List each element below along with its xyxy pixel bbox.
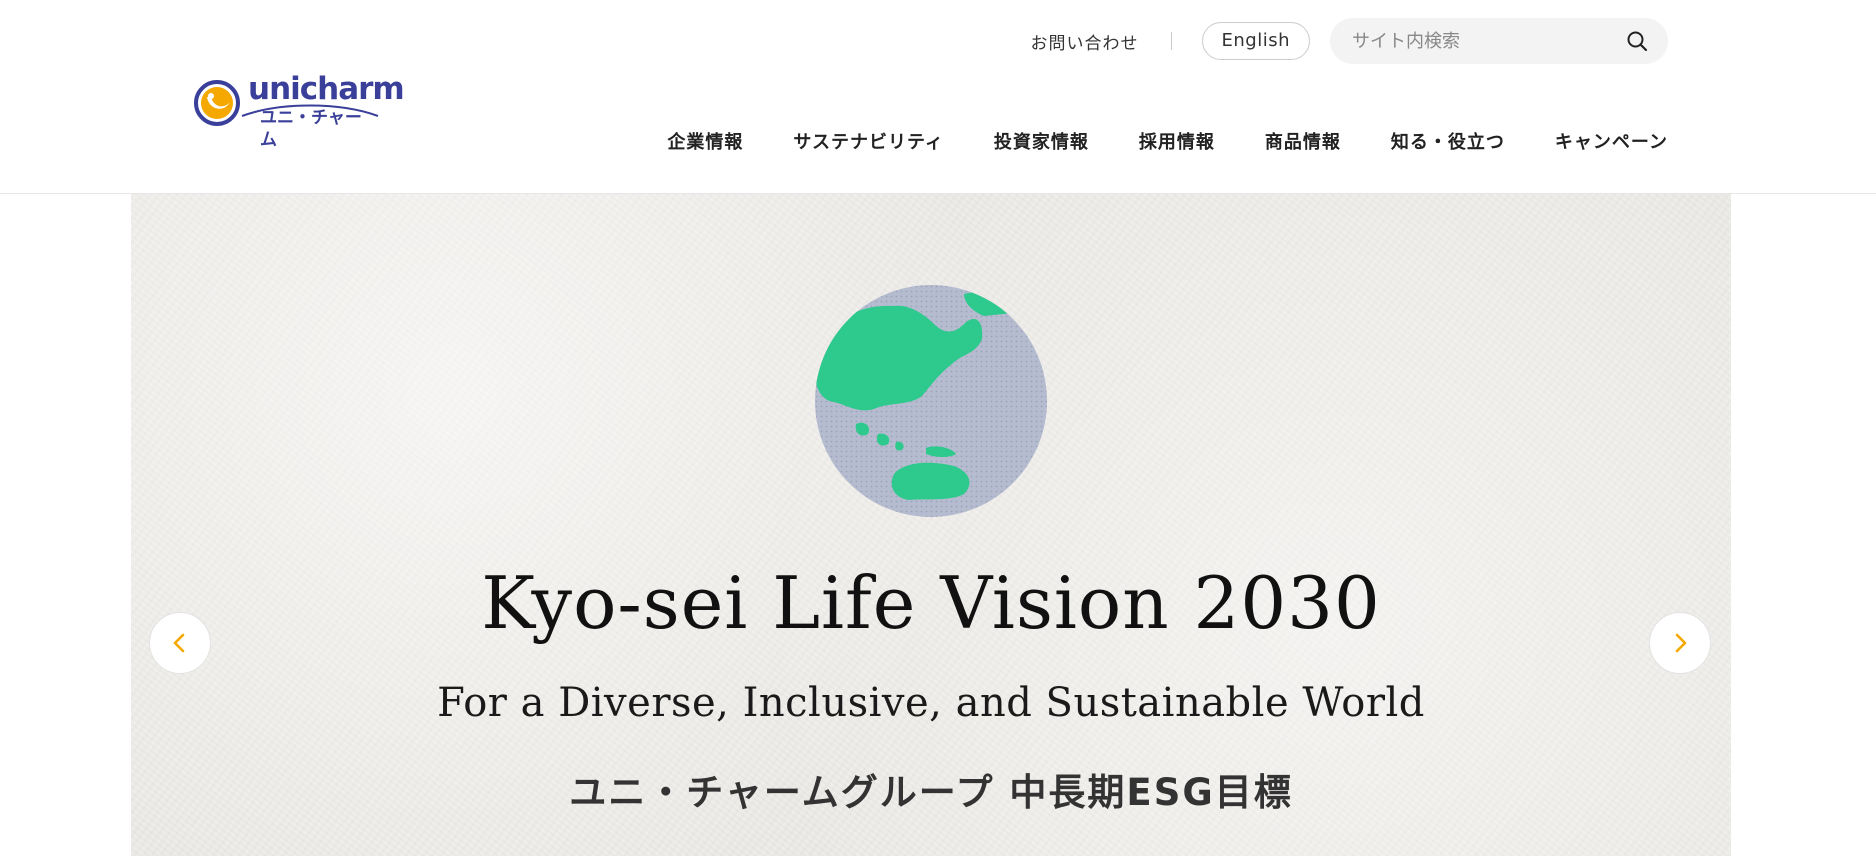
english-language-button[interactable]: English: [1201, 22, 1310, 60]
nav-item-investors[interactable]: 投資家情報: [994, 128, 1089, 154]
nav-item-products[interactable]: 商品情報: [1265, 128, 1341, 154]
search-input[interactable]: [1330, 18, 1614, 64]
hero-slide[interactable]: Kyo-sei Life Vision 2030 For a Diverse, …: [131, 194, 1731, 856]
search-icon[interactable]: [1626, 30, 1648, 52]
nav-item-useful-info[interactable]: 知る・役立つ: [1391, 128, 1505, 154]
nav-item-corporate[interactable]: 企業情報: [667, 128, 743, 154]
unicharm-logo[interactable]: unicharm ユニ・チャーム: [194, 72, 405, 150]
logo-mark-icon: [194, 80, 240, 126]
nav-item-sustainability[interactable]: サステナビリティ: [793, 128, 944, 154]
utility-divider: [1170, 32, 1172, 50]
nav-item-campaigns[interactable]: キャンペーン: [1555, 128, 1668, 154]
slider-prev-button[interactable]: [149, 612, 211, 674]
main-nav: 企業情報 サステナビリティ 投資家情報 採用情報 商品情報 知る・役立つ キャン…: [667, 124, 1668, 158]
contact-link[interactable]: お問い合わせ: [1031, 29, 1139, 54]
globe-illustration: [815, 285, 1047, 517]
slider-next-button[interactable]: [1649, 612, 1711, 674]
chevron-left-icon: [173, 633, 185, 653]
nav-item-careers[interactable]: 採用情報: [1139, 128, 1215, 154]
site-header: unicharm ユニ・チャーム お問い合わせ English 企業情報 サステ…: [0, 0, 1876, 194]
hero-title: Kyo-sei Life Vision 2030: [481, 561, 1381, 645]
hero-subtitle: For a Diverse, Inclusive, and Sustainabl…: [437, 680, 1425, 726]
hero-caption: ユニ・チャームグループ 中長期ESG目標: [569, 771, 1293, 814]
logo-wordmark: unicharm: [248, 71, 405, 107]
utility-bar: お問い合わせ English: [1031, 18, 1668, 64]
chevron-right-icon: [1675, 633, 1687, 653]
page: unicharm ユニ・チャーム お問い合わせ English 企業情報 サステ…: [0, 0, 1876, 856]
site-search: [1330, 18, 1668, 64]
logo-kana: ユニ・チャーム: [260, 108, 362, 150]
